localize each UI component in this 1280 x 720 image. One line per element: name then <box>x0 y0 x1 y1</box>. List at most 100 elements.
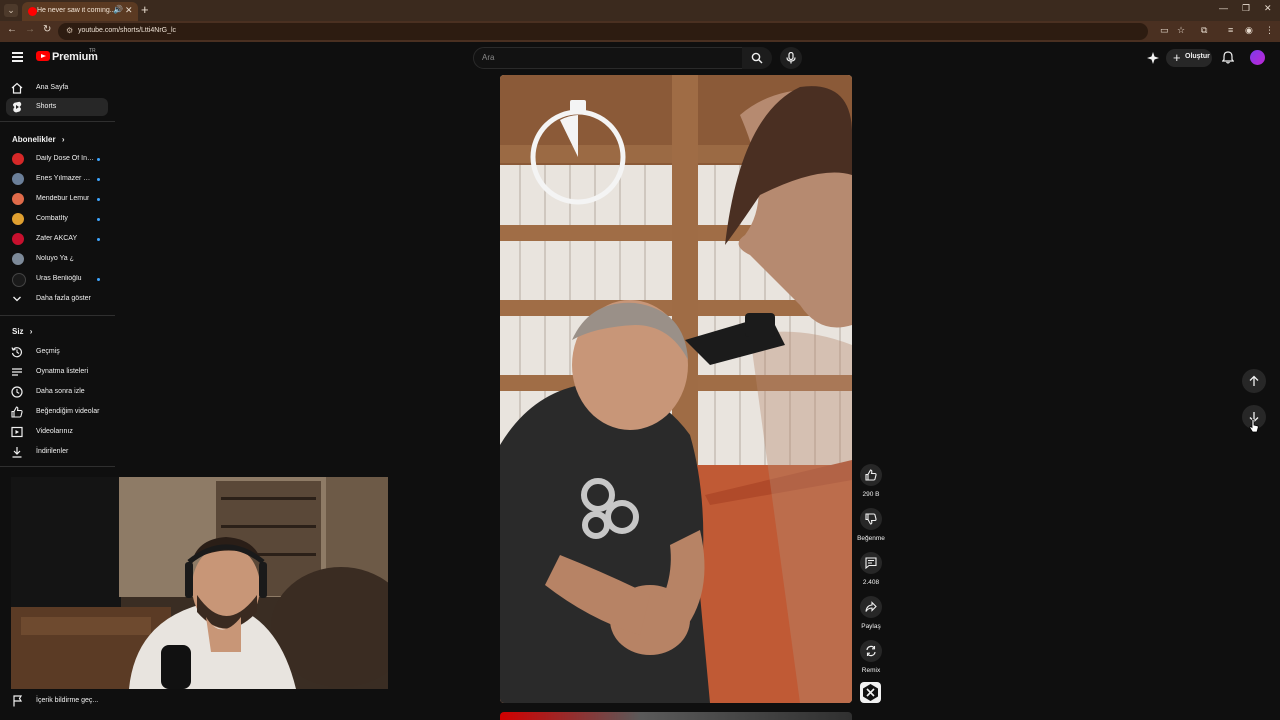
sidebar-item-playlists[interactable]: Oynatma listeleri <box>6 363 108 381</box>
new-tab-button[interactable]: + <box>141 2 149 17</box>
subscription-item[interactable]: CombatIty <box>6 210 108 228</box>
site-info-icon[interactable]: ⚙ <box>66 26 73 35</box>
voice-search-button[interactable] <box>780 47 802 69</box>
create-button[interactable]: + Oluştur <box>1166 49 1212 67</box>
browser-menu-icon[interactable]: ⋮ <box>1265 25 1274 36</box>
remix-icon <box>866 645 876 657</box>
sidebar-item-liked-videos[interactable]: Beğendiğim videolar <box>6 403 108 421</box>
sidebar-item-shorts[interactable]: Shorts <box>6 98 108 116</box>
shorts-icon <box>13 101 22 113</box>
chevron-right-icon: › <box>61 135 65 144</box>
subscription-item[interactable]: Zafer AKCAY <box>6 230 108 248</box>
browser-tab[interactable]: He never saw it coming... 🔊 ✕ <box>22 2 138 21</box>
dislike-label: Beğenme <box>857 535 885 542</box>
sidebar-item-history[interactable]: Geçmiş <box>6 343 108 361</box>
url-text[interactable]: youtube.com/shorts/Ltti4NrG_lc <box>78 27 176 34</box>
flag-icon <box>13 695 23 707</box>
downloads-icon <box>12 447 22 458</box>
notifications-bell-icon[interactable] <box>1222 51 1234 64</box>
shorts-video-player[interactable] <box>500 75 852 703</box>
sidebar-item-label: Daha sonra izle <box>36 388 85 395</box>
new-content-dot <box>97 278 100 281</box>
remix-label: Remix <box>861 667 881 674</box>
watch-later-icon <box>11 386 23 398</box>
sidebar-item-your-videos[interactable]: Videolarınız <box>6 423 108 441</box>
search-box[interactable] <box>473 47 743 69</box>
share-icon <box>865 601 877 612</box>
restore-icon[interactable]: ❐ <box>1242 3 1250 14</box>
profile-icon[interactable]: ◉ <box>1245 25 1253 36</box>
sidebar-item-downloads[interactable]: İndirilenler <box>6 443 108 461</box>
cast-icon[interactable]: ▭ <box>1160 25 1169 36</box>
your-videos-icon <box>11 426 23 438</box>
thumbs-up-icon <box>865 469 877 481</box>
history-icon <box>11 347 23 358</box>
subscription-item[interactable]: Mendebur Lemur <box>6 190 108 208</box>
search-button[interactable] <box>742 47 772 69</box>
dislike-button[interactable] <box>860 508 882 530</box>
subscriptions-heading[interactable]: Abonelikler › <box>12 135 64 144</box>
tab-search-button[interactable]: ⌄ <box>4 4 18 17</box>
user-avatar[interactable] <box>1250 50 1265 65</box>
channel-avatar <box>12 213 24 225</box>
tab-close-icon[interactable]: ✕ <box>125 5 133 16</box>
show-more-label: Daha fazla göster <box>36 295 91 302</box>
channel-name: Uras Benlioğlu <box>36 275 82 282</box>
remix-button[interactable] <box>860 640 882 662</box>
channel-avatar <box>12 233 24 245</box>
new-content-dot <box>97 178 100 181</box>
youtube-logo-icon[interactable] <box>36 51 50 61</box>
window-close-icon[interactable]: ✕ <box>1264 3 1272 14</box>
subscription-item[interactable]: Enes Yılmazer Tü... <box>6 170 108 188</box>
hamburger-menu-icon[interactable] <box>12 52 23 62</box>
mouse-cursor-icon <box>1249 419 1259 433</box>
reload-icon[interactable]: ↻ <box>43 24 51 35</box>
chevron-right-icon: › <box>29 327 33 336</box>
tab-title: He never saw it coming... <box>37 7 116 14</box>
sound-thumbnail[interactable] <box>860 682 881 703</box>
channel-avatar <box>12 253 24 265</box>
new-content-dot <box>97 198 100 201</box>
show-more-button[interactable]: Daha fazla göster <box>6 290 108 308</box>
address-bar[interactable]: ⚙ youtube.com/shorts/Ltti4NrG_lc <box>58 23 1148 40</box>
search-input[interactable] <box>482 53 722 62</box>
create-label: Oluştur <box>1185 53 1210 60</box>
ai-sparkle-icon[interactable] <box>1147 52 1159 64</box>
youtube-favicon-icon <box>28 7 37 16</box>
share-button[interactable] <box>860 596 882 618</box>
subscription-item[interactable]: Daily Dose Of Int... <box>6 150 108 168</box>
like-count: 290 B <box>862 491 880 498</box>
channel-avatar <box>12 173 24 185</box>
comments-button[interactable] <box>860 552 882 574</box>
forward-icon[interactable]: → <box>25 24 35 35</box>
channel-name: Daily Dose Of Int... <box>36 155 94 162</box>
reading-list-icon[interactable]: ≡ <box>1228 25 1233 35</box>
extensions-icon[interactable]: ⧉ <box>1201 25 1207 36</box>
new-content-dot <box>97 218 100 221</box>
like-button[interactable] <box>860 464 882 486</box>
sidebar-item-label: Beğendiğim videolar <box>36 408 100 415</box>
channel-name: Noluyo Ya ¿ <box>36 255 74 262</box>
liked-videos-icon <box>11 406 23 418</box>
minimize-icon[interactable]: — <box>1219 3 1228 13</box>
sidebar-item-home[interactable]: Ana Sayfa <box>6 79 108 97</box>
speaker-icon[interactable]: 🔊 <box>113 5 123 14</box>
bookmark-star-icon[interactable]: ☆ <box>1177 25 1185 36</box>
you-heading[interactable]: Siz › <box>12 327 32 336</box>
subscription-item[interactable]: Noluyo Ya ¿ <box>6 250 108 268</box>
streamer-webcam-overlay <box>11 477 388 689</box>
next-short-preview[interactable] <box>500 712 852 720</box>
subscription-item[interactable]: Uras Benlioğlu <box>6 270 108 288</box>
previous-short-button[interactable] <box>1242 369 1266 393</box>
report-history-item[interactable]: İçerik bildirme geç... <box>6 692 114 710</box>
home-icon <box>11 82 23 94</box>
sidebar-item-label: İndirilenler <box>36 448 69 455</box>
back-icon[interactable]: ← <box>7 24 17 35</box>
sidebar-divider <box>0 466 115 467</box>
sidebar-item-watch-later[interactable]: Daha sonra izle <box>6 383 108 401</box>
channel-name: Enes Yılmazer Tü... <box>36 175 94 182</box>
channel-avatar <box>12 153 24 165</box>
plus-icon: + <box>1173 50 1181 65</box>
new-content-dot <box>97 158 100 161</box>
channel-logo-icon <box>863 684 878 701</box>
